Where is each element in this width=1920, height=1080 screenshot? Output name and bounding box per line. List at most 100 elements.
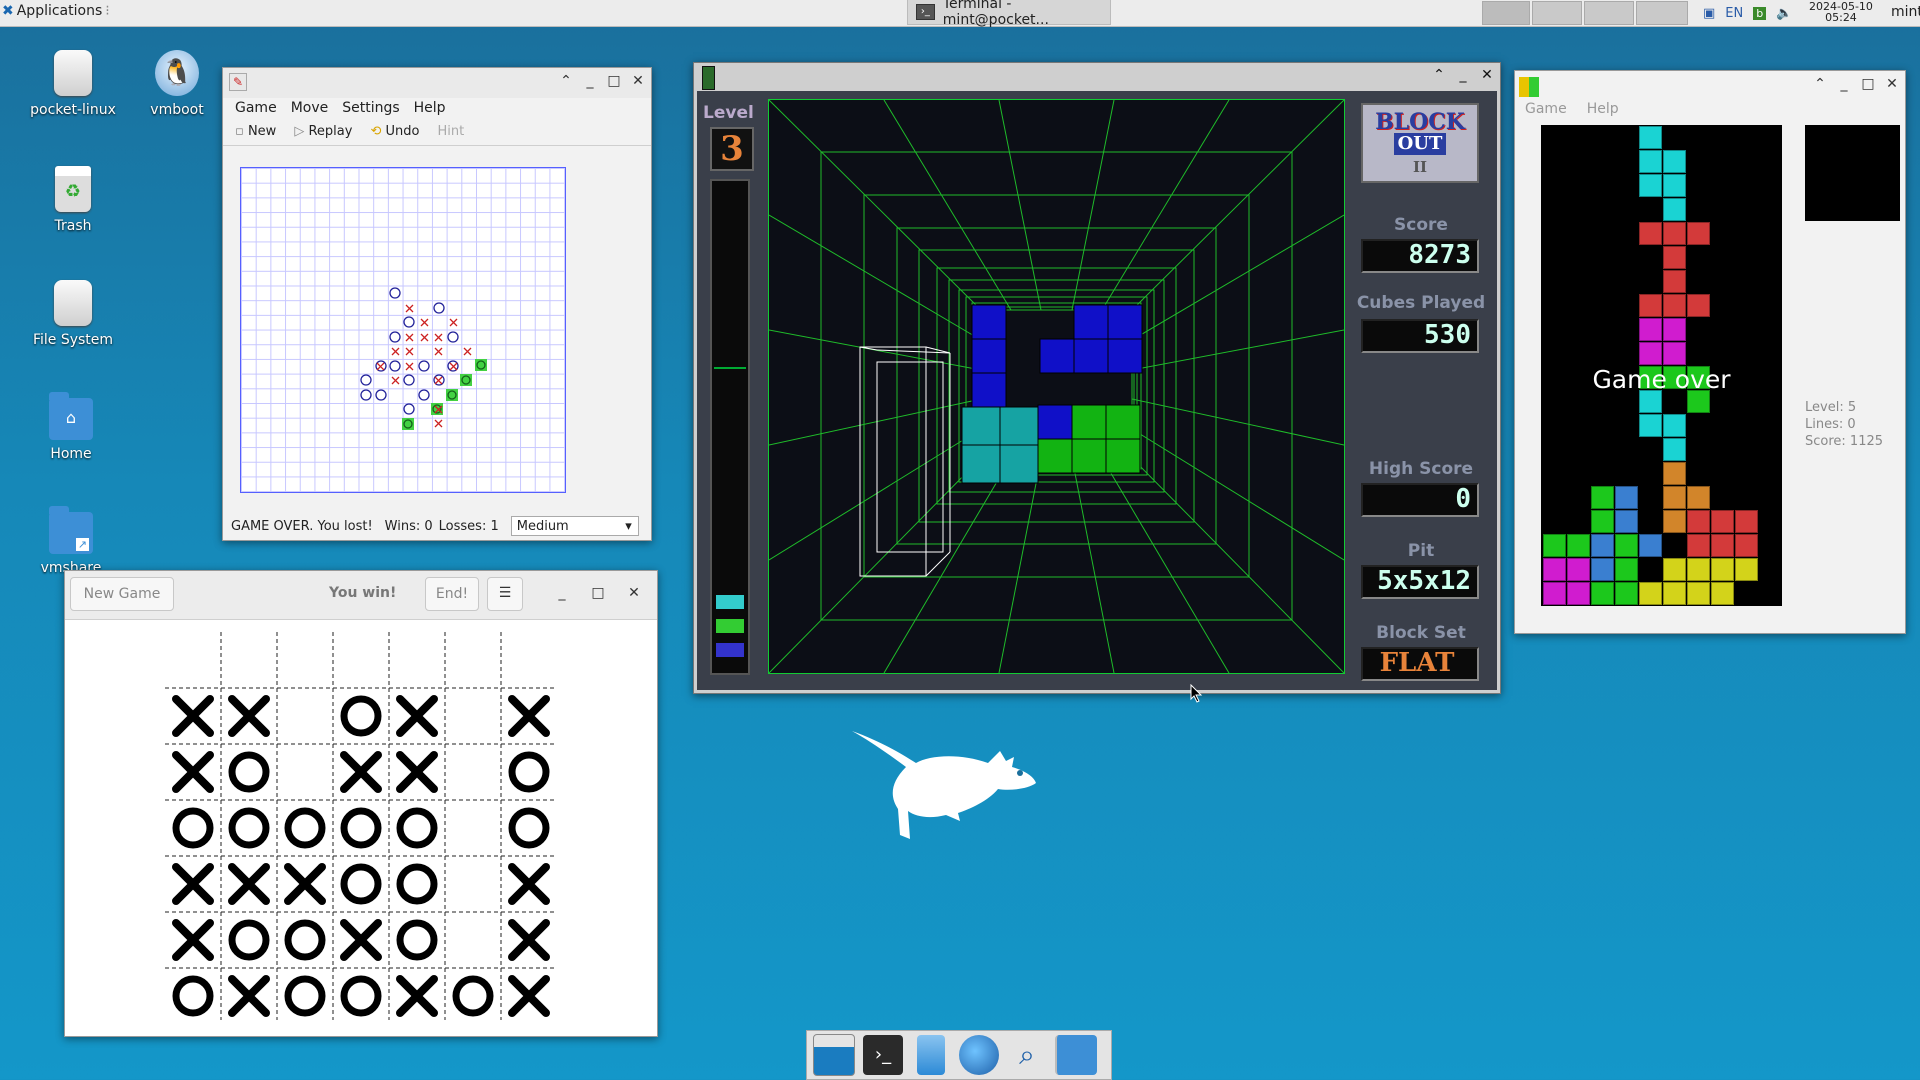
replay-button[interactable]: ▷ Replay <box>294 124 352 139</box>
difficulty-select[interactable]: Medium <box>510 516 639 537</box>
web-browser-icon[interactable] <box>959 1035 999 1075</box>
tetris-block <box>1663 462 1686 485</box>
menu-help[interactable]: Help <box>1587 101 1619 117</box>
logo-line2: OUT <box>1393 133 1447 155</box>
menu-move[interactable]: Move <box>291 100 329 116</box>
close-button[interactable]: ✕ <box>631 73 645 89</box>
score-value: 8273 <box>1361 239 1479 273</box>
tetris-block <box>1663 438 1686 461</box>
desktop-icon-label: Home <box>50 446 92 462</box>
close-button[interactable]: ✕ <box>627 585 641 601</box>
file-manager-icon[interactable] <box>917 1035 945 1075</box>
o-mark <box>340 863 382 905</box>
menu-help[interactable]: Help <box>414 100 446 116</box>
gomoku-board[interactable] <box>240 167 566 493</box>
o-mark <box>172 975 214 1017</box>
tetris-block <box>1663 486 1686 509</box>
tetris-block <box>1663 150 1686 173</box>
hint-button[interactable]: Hint <box>437 124 464 139</box>
menu-settings[interactable]: Settings <box>342 100 399 116</box>
tetris-block <box>1591 558 1614 581</box>
blockout-canvas[interactable]: Level 3 BLOCK OUT II Score 8273 Cubes Pl… <box>697 91 1497 690</box>
o-mark <box>396 807 438 849</box>
maximize-button[interactable]: □ <box>1861 76 1875 92</box>
pit-value: 5x5x12 <box>1361 565 1479 599</box>
x-mark <box>508 975 550 1017</box>
x-mark <box>508 695 550 737</box>
desktop-icon-vmshare[interactable]: ↗ vmshare <box>16 506 126 576</box>
end-button[interactable]: End! <box>425 577 479 611</box>
tetris-block <box>1663 198 1686 221</box>
tictactoe-headerbar[interactable]: New Game You win! End! ☰ _ □ ✕ <box>65 571 657 620</box>
tetris-titlebar[interactable]: ⌃ _ □ ✕ <box>1515 71 1905 101</box>
close-button[interactable]: ✕ <box>1480 67 1494 83</box>
updates-icon[interactable]: b <box>1753 6 1767 20</box>
menu-game[interactable]: Game <box>1525 101 1567 117</box>
applications-menu[interactable]: ✖ Applications ⁝ <box>2 3 110 19</box>
tetris-window: ⌃ _ □ ✕ Game Help Game over Level: 5 Lin… <box>1514 70 1906 634</box>
tictactoe-board[interactable] <box>165 632 557 1024</box>
menu-game[interactable]: Game <box>235 100 277 116</box>
home-folder-icon: ⌂ <box>49 392 93 440</box>
pit-label: Pit <box>1407 541 1435 561</box>
x-mark <box>172 695 214 737</box>
gomoku-titlebar[interactable]: ✎ ⌃ _ □ ✕ <box>223 68 651 98</box>
desktop-icon-pocket-linux[interactable]: pocket-linux <box>18 50 128 118</box>
clock[interactable]: 2024-05-10 05:24 <box>1809 1 1873 23</box>
o-mark <box>228 919 270 961</box>
terminal-icon[interactable]: ›_ <box>863 1035 903 1075</box>
gomoku-toolbar: ▫ New ▷ Replay ⟲ Undo Hint <box>223 118 651 146</box>
workspace-1[interactable] <box>1482 1 1530 25</box>
o-mark <box>340 695 382 737</box>
folder-icon[interactable] <box>1055 1035 1097 1075</box>
menu-handle-icon: ⁝ <box>105 3 110 19</box>
layer-blue <box>716 643 744 657</box>
network-icon[interactable]: ▣ <box>1703 6 1715 21</box>
new-button[interactable]: ▫ New <box>235 124 276 139</box>
close-button[interactable]: ✕ <box>1885 76 1899 92</box>
tetris-block <box>1663 342 1686 365</box>
desktop-icon-vmboot[interactable]: 🐧 vmboot <box>122 50 232 118</box>
shade-button[interactable]: ⌃ <box>1813 76 1827 92</box>
top-panel: ✖ Applications ⁝ ›_ Terminal - mint@pock… <box>0 0 1920 28</box>
show-desktop-icon[interactable] <box>813 1034 855 1076</box>
taskbar-terminal[interactable]: ›_ Terminal - mint@pocket... <box>907 0 1111 28</box>
new-game-button[interactable]: New Game <box>70 577 174 611</box>
tetris-block <box>1663 294 1686 317</box>
user-menu[interactable]: mint <box>1891 4 1920 20</box>
maximize-button[interactable]: □ <box>591 585 605 601</box>
undo-button[interactable]: ⟲ Undo <box>370 124 419 139</box>
shade-button[interactable]: ⌃ <box>1432 67 1446 83</box>
tetris-block <box>1663 246 1686 269</box>
game-result: You win! <box>329 585 397 601</box>
desktop-icon-trash[interactable]: ♻ Trash <box>18 166 128 234</box>
x-mark <box>508 863 550 905</box>
desktop-icon-home[interactable]: ⌂ Home <box>16 392 126 462</box>
tetris-block <box>1663 558 1686 581</box>
high-score-label: High Score <box>1368 459 1474 479</box>
minimize-button[interactable]: _ <box>1456 67 1470 83</box>
volume-icon[interactable]: 🔈 <box>1776 6 1792 21</box>
tetris-block <box>1543 534 1566 557</box>
tetris-block <box>1663 582 1686 605</box>
tetris-block <box>1615 534 1638 557</box>
hamburger-menu-icon[interactable]: ☰ <box>487 577 523 611</box>
workspace-3[interactable] <box>1584 1 1634 25</box>
minimize-button[interactable]: _ <box>1837 76 1851 92</box>
workspace-2[interactable] <box>1532 1 1582 25</box>
keyboard-layout[interactable]: EN <box>1725 6 1743 21</box>
gomoku-menubar: Game Move Settings Help <box>223 98 651 118</box>
desktop-icon-file-system[interactable]: File System <box>18 280 128 348</box>
shade-button[interactable]: ⌃ <box>559 73 573 89</box>
tetris-block <box>1663 222 1686 245</box>
tetris-playfield[interactable]: Game over <box>1541 125 1782 606</box>
minimize-button[interactable]: _ <box>555 585 569 601</box>
minimize-button[interactable]: _ <box>583 73 597 89</box>
tetris-block <box>1687 294 1710 317</box>
maximize-button[interactable]: □ <box>607 73 621 89</box>
workspace-4[interactable] <box>1636 1 1688 25</box>
search-icon[interactable]: ⌕ <box>1007 1035 1047 1075</box>
x-mark <box>340 919 382 961</box>
game-over-text: Game over <box>1592 365 1731 394</box>
tetris-menubar: Game Help <box>1515 101 1905 117</box>
